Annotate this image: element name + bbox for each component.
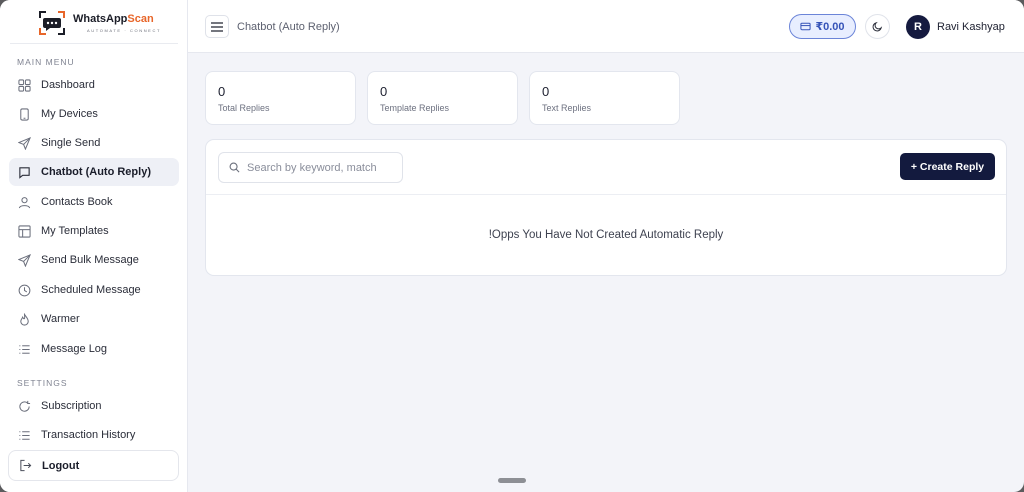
stat-label: Template Replies — [380, 103, 450, 113]
sidebar-item-label: Subscription — [41, 400, 102, 412]
app-window: WhatsAppScan AUTOMATE · CONNECT MAIN MEN… — [0, 0, 1024, 492]
logout-label: Logout — [42, 459, 80, 472]
brand-name: WhatsAppScan — [73, 13, 154, 25]
sidebar-item-label: Chatbot (Auto Reply) — [41, 166, 151, 178]
hamburger-icon — [211, 21, 223, 32]
user-icon — [18, 196, 31, 209]
flame-icon — [18, 312, 31, 326]
sidebar-item-my-templates[interactable]: My Templates — [9, 217, 179, 245]
sidebar-item-chatbot[interactable]: Chatbot (Auto Reply) — [9, 158, 179, 186]
sidebar-item-contacts-book[interactable]: Contacts Book — [9, 188, 179, 216]
empty-state-message: !Opps You Have Not Created Automatic Rep… — [488, 229, 724, 241]
theme-toggle-button[interactable] — [865, 14, 890, 39]
list-icon — [18, 343, 31, 356]
sidebar-item-transaction-history[interactable]: Transaction History — [9, 421, 179, 449]
settings-label: SETTINGS — [17, 378, 68, 388]
logo[interactable]: WhatsAppScan AUTOMATE · CONNECT — [10, 0, 178, 44]
clock-icon — [18, 284, 31, 297]
sidebar-item-label: Send Bulk Message — [41, 254, 139, 266]
page-title: Chatbot (Auto Reply) — [237, 21, 340, 33]
replies-panel: + Create Reply !Opps You Have Not Create… — [205, 139, 1007, 276]
sidebar-item-scheduled-message[interactable]: Scheduled Message — [9, 276, 179, 304]
stat-card-text-replies: 0 Text Replies — [529, 71, 680, 125]
stat-card-template-replies: 0 Template Replies — [367, 71, 518, 125]
sidebar-item-dashboard[interactable]: Dashboard — [9, 71, 179, 99]
search-icon — [229, 162, 240, 173]
refresh-icon — [18, 400, 31, 413]
sidebar-item-label: Transaction History — [41, 429, 136, 441]
sidebar-item-subscription[interactable]: Subscription — [9, 392, 179, 420]
stat-value: 0 — [380, 84, 388, 99]
stat-card-total-replies: 0 Total Replies — [205, 71, 356, 125]
search-box[interactable] — [218, 152, 403, 183]
brand-tagline: AUTOMATE · CONNECT — [87, 28, 161, 33]
chat-logo-icon — [39, 11, 65, 35]
stat-value: 0 — [542, 84, 550, 99]
sidebar-item-message-log[interactable]: Message Log — [9, 335, 179, 363]
wallet-balance-button[interactable]: ₹0.00 — [789, 14, 856, 39]
moon-icon — [872, 21, 883, 32]
send-icon — [18, 253, 31, 267]
logout-icon — [19, 459, 32, 472]
create-reply-button[interactable]: + Create Reply — [900, 153, 995, 180]
scroll-handle[interactable] — [498, 478, 526, 483]
sidebar-item-label: Warmer — [41, 313, 80, 325]
sidebar-item-my-devices[interactable]: My Devices — [9, 100, 179, 128]
wallet-icon — [800, 21, 812, 32]
sidebar: WhatsAppScan AUTOMATE · CONNECT MAIN MEN… — [0, 0, 188, 492]
sidebar-item-single-send[interactable]: Single Send — [9, 129, 179, 157]
main-menu-label: MAIN MENU — [17, 57, 75, 67]
stat-value: 0 — [218, 84, 226, 99]
avatar[interactable]: R — [906, 15, 930, 39]
layout-icon — [18, 224, 31, 238]
stat-label: Total Replies — [218, 103, 270, 113]
user-name[interactable]: Ravi Kashyap — [937, 21, 1005, 33]
sidebar-item-label: Dashboard — [41, 79, 95, 91]
chat-icon — [18, 166, 31, 179]
sidebar-item-label: Single Send — [41, 137, 101, 149]
sidebar-item-warmer[interactable]: Warmer — [9, 305, 179, 333]
top-header: Chatbot (Auto Reply) ₹0.00 R Ravi Kashya… — [188, 0, 1024, 53]
sidebar-item-label: Contacts Book — [41, 196, 113, 208]
sidebar-item-label: Message Log — [41, 343, 108, 355]
sidebar-item-send-bulk-message[interactable]: Send Bulk Message — [9, 246, 179, 274]
send-icon — [18, 136, 31, 150]
logout-button[interactable]: Logout — [8, 450, 179, 481]
stat-label: Text Replies — [542, 103, 592, 113]
sidebar-item-label: My Templates — [41, 225, 109, 237]
sidebar-item-label: My Devices — [41, 108, 98, 120]
panel-divider — [206, 194, 1006, 195]
wallet-amount: ₹0.00 — [815, 21, 845, 33]
grid-icon — [18, 78, 31, 92]
menu-toggle-button[interactable] — [205, 15, 229, 38]
search-input[interactable] — [247, 161, 397, 174]
list-icon — [18, 429, 31, 442]
phone-icon — [18, 107, 31, 121]
sidebar-item-label: Scheduled Message — [41, 284, 141, 296]
